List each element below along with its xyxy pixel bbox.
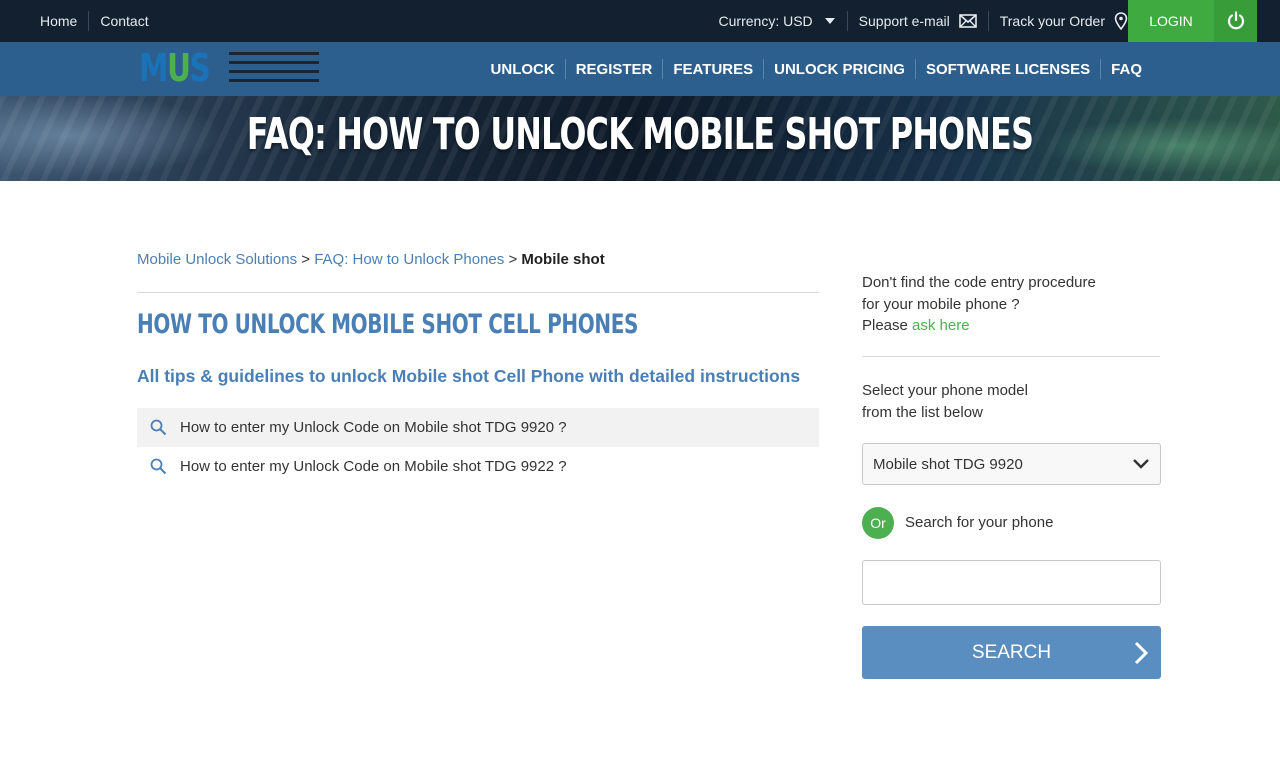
help-note-line: Don't find the code entry procedure [862,274,1096,291]
hero-banner: FAQ: HOW TO UNLOCK MOBILE SHOT PHONES [0,96,1280,181]
nav-features[interactable]: FEATURES [663,61,763,78]
nav-software-licenses[interactable]: SOFTWARE LICENSES [916,61,1100,78]
faq-item[interactable]: How to enter my Unlock Code on Mobile sh… [137,408,819,447]
search-icon [137,458,180,475]
logo-lines [229,52,319,88]
nav-unlock-pricing[interactable]: UNLOCK PRICING [764,61,915,78]
selected-model: Mobile shot TDG 9920 [873,455,1023,473]
banner-title: FAQ: HOW TO UNLOCK MOBILE SHOT PHONES [246,109,1034,160]
divider [137,292,819,293]
home-link[interactable]: Home [40,13,77,29]
help-note-please: Please [862,317,908,334]
top-actions: Currency: USD Support e-mail Track your … [719,0,1128,42]
chevron-down-icon [1133,459,1149,469]
site-logo[interactable]: MUS [139,47,319,89]
main-navbar: MUS UNLOCK REGISTER FEATURES UNLOCK PRIC… [0,42,1280,96]
divider [846,11,848,31]
breadcrumb-faq[interactable]: FAQ: How to Unlock Phones [314,251,504,268]
nav-faq[interactable]: FAQ [1101,61,1152,78]
phone-model-select[interactable]: Mobile shot TDG 9920 [862,443,1161,485]
sidebar-help-note: Don't find the code entry procedure for … [862,272,1162,337]
breadcrumb-separator: > [301,251,311,268]
breadcrumb: Mobile Unlock Solutions > FAQ: How to Un… [137,251,605,268]
faq-list: How to enter my Unlock Code on Mobile sh… [137,408,819,486]
help-note-line: Please ask here [862,315,1162,337]
breadcrumb-home[interactable]: Mobile Unlock Solutions [137,251,297,268]
nav-unlock[interactable]: UNLOCK [481,61,565,78]
support-email-label: Support e-mail [858,13,950,29]
help-note-line: for your mobile phone ? [862,295,1020,313]
top-links: Home Contact [40,0,149,42]
search-button[interactable]: SEARCH [862,626,1161,679]
track-order-link[interactable]: Track your Order [1000,12,1128,30]
search-button-label: SEARCH [971,641,1052,663]
page-title: HOW TO UNLOCK MOBILE SHOT CELL PHONES [137,309,639,340]
caret-down-icon [824,18,835,24]
breadcrumb-current: Mobile shot [521,251,605,268]
search-phone-label: Search for your phone [905,514,1054,531]
search-icon [137,419,180,436]
faq-item-label: How to enter my Unlock Code on Mobile sh… [180,458,567,475]
phone-search-input[interactable] [862,560,1161,605]
model-select-label-line: Select your phone model [862,382,1028,399]
login-button[interactable]: LOGIN [1128,0,1214,42]
chevron-right-icon [1134,641,1149,665]
divider [987,11,989,31]
model-select-label: Select your phone model from the list be… [862,380,1162,423]
divider [88,11,90,31]
breadcrumb-separator: > [508,251,518,268]
or-badge: Or [862,507,894,539]
faq-item-label: How to enter my Unlock Code on Mobile sh… [180,419,567,436]
support-email-link[interactable]: Support e-mail [859,13,977,29]
model-select-label-line: from the list below [862,403,983,421]
power-icon [1227,11,1244,30]
currency-selector[interactable]: Currency: USD [719,13,836,29]
envelope-icon [958,14,977,28]
nav-register[interactable]: REGISTER [566,61,663,78]
top-bar: Home Contact Currency: USD Support e-mai… [0,0,1280,42]
logo-text: MUS [139,46,211,90]
ask-here-link[interactable]: ask here [912,317,970,334]
map-pin-icon [1114,12,1128,30]
contact-link[interactable]: Contact [100,13,148,29]
track-order-label: Track your Order [999,13,1105,29]
faq-item[interactable]: How to enter my Unlock Code on Mobile sh… [137,447,819,486]
power-button[interactable] [1214,0,1257,42]
page-subtitle: All tips & guidelines to unlock Mobile s… [137,366,801,386]
divider [862,356,1160,357]
nav-menu: UNLOCK REGISTER FEATURES UNLOCK PRICING … [481,42,1152,96]
currency-label: Currency: USD [718,13,813,29]
